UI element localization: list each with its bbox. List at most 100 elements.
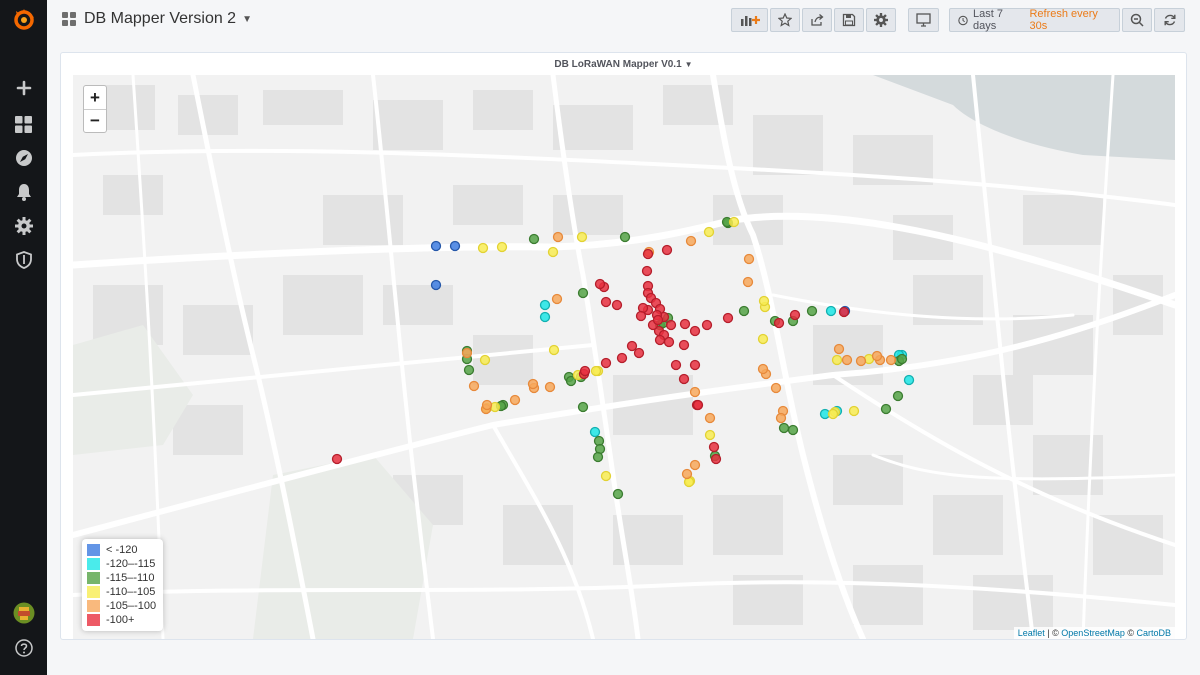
openstreetmap-link[interactable]: OpenStreetMap bbox=[1061, 628, 1125, 638]
signal-point[interactable] bbox=[509, 394, 521, 406]
signal-point[interactable] bbox=[612, 488, 624, 500]
signal-point[interactable] bbox=[689, 359, 701, 371]
signal-point[interactable] bbox=[539, 299, 551, 311]
share-dashboard-button[interactable] bbox=[802, 8, 832, 32]
signal-point[interactable] bbox=[743, 253, 755, 265]
signal-point[interactable] bbox=[577, 287, 589, 299]
dashboard-settings-button[interactable] bbox=[866, 8, 896, 32]
signal-point[interactable] bbox=[689, 459, 701, 471]
star-dashboard-button[interactable] bbox=[770, 8, 800, 32]
signal-point[interactable] bbox=[477, 242, 489, 254]
signal-point[interactable] bbox=[552, 231, 564, 243]
signal-point[interactable] bbox=[880, 403, 892, 415]
dashboard-title-dropdown[interactable]: DB Mapper Version 2 ▼ bbox=[62, 10, 252, 28]
signal-point[interactable] bbox=[704, 412, 716, 424]
signal-point[interactable] bbox=[692, 399, 704, 411]
zoom-out-button[interactable]: − bbox=[84, 109, 106, 132]
time-range-picker[interactable]: Last 7 days Refresh every 30s bbox=[949, 8, 1120, 32]
signal-point[interactable] bbox=[527, 378, 539, 390]
signal-point[interactable] bbox=[789, 309, 801, 321]
signal-point[interactable] bbox=[654, 334, 666, 346]
signal-point[interactable] bbox=[600, 470, 612, 482]
cycle-view-mode-button[interactable] bbox=[908, 8, 939, 32]
signal-point[interactable] bbox=[689, 386, 701, 398]
signal-point[interactable] bbox=[642, 248, 654, 260]
signal-point[interactable] bbox=[463, 364, 475, 376]
signal-point[interactable] bbox=[678, 373, 690, 385]
signal-point[interactable] bbox=[708, 441, 720, 453]
signal-point[interactable] bbox=[838, 306, 850, 318]
signal-point[interactable] bbox=[619, 231, 631, 243]
signal-point[interactable] bbox=[592, 451, 604, 463]
signal-point[interactable] bbox=[590, 365, 602, 377]
signal-point[interactable] bbox=[701, 319, 713, 331]
signal-point[interactable] bbox=[841, 354, 853, 366]
signal-point[interactable] bbox=[825, 305, 837, 317]
signal-point[interactable] bbox=[430, 240, 442, 252]
signal-point[interactable] bbox=[775, 412, 787, 424]
grafana-logo-icon[interactable] bbox=[0, 5, 47, 35]
signal-point[interactable] bbox=[539, 311, 551, 323]
signal-point[interactable] bbox=[331, 453, 343, 465]
signal-point[interactable] bbox=[679, 318, 691, 330]
signal-point[interactable] bbox=[758, 295, 770, 307]
signal-point[interactable] bbox=[600, 296, 612, 308]
plus-icon[interactable] bbox=[0, 73, 47, 103]
dashboards-icon[interactable] bbox=[0, 109, 47, 139]
map-view[interactable]: + − < -120 -120–-115 -115–-110 -110–-105 -10… bbox=[73, 75, 1175, 639]
signal-point[interactable] bbox=[579, 365, 591, 377]
signal-point[interactable] bbox=[833, 343, 845, 355]
signal-point[interactable] bbox=[635, 310, 647, 322]
signal-point[interactable] bbox=[892, 390, 904, 402]
signal-point[interactable] bbox=[461, 347, 473, 359]
signal-point[interactable] bbox=[670, 359, 682, 371]
signal-point[interactable] bbox=[778, 422, 790, 434]
signal-point[interactable] bbox=[806, 305, 818, 317]
panel-title-dropdown[interactable]: DB LoRaWAN Mapper V0.1 ▼ bbox=[61, 59, 1186, 70]
signal-point[interactable] bbox=[757, 363, 769, 375]
signal-point[interactable] bbox=[757, 333, 769, 345]
signal-point[interactable] bbox=[449, 240, 461, 252]
signal-point[interactable] bbox=[589, 426, 601, 438]
help-icon[interactable] bbox=[0, 633, 47, 663]
signal-point[interactable] bbox=[665, 319, 677, 331]
signal-point[interactable] bbox=[663, 336, 675, 348]
save-dashboard-button[interactable] bbox=[834, 8, 864, 32]
signal-point[interactable] bbox=[661, 244, 673, 256]
signal-point[interactable] bbox=[594, 278, 606, 290]
signal-point[interactable] bbox=[652, 314, 664, 326]
signal-point[interactable] bbox=[770, 382, 782, 394]
signal-point[interactable] bbox=[576, 231, 588, 243]
explore-compass-icon[interactable] bbox=[0, 143, 47, 173]
signal-point[interactable] bbox=[685, 235, 697, 247]
signal-point[interactable] bbox=[544, 381, 556, 393]
signal-point[interactable] bbox=[468, 380, 480, 392]
signal-point[interactable] bbox=[738, 305, 750, 317]
signal-point[interactable] bbox=[641, 265, 653, 277]
zoom-out-time-button[interactable] bbox=[1122, 8, 1152, 32]
signal-point[interactable] bbox=[481, 399, 493, 411]
signal-point[interactable] bbox=[611, 299, 623, 311]
signal-point[interactable] bbox=[728, 216, 740, 228]
signal-point[interactable] bbox=[689, 325, 701, 337]
signal-point[interactable] bbox=[703, 226, 715, 238]
server-admin-shield-icon[interactable] bbox=[0, 245, 47, 275]
configuration-gear-icon[interactable] bbox=[0, 211, 47, 241]
signal-point[interactable] bbox=[885, 354, 897, 366]
signal-point[interactable] bbox=[496, 241, 508, 253]
signal-point[interactable] bbox=[430, 279, 442, 291]
signal-point[interactable] bbox=[678, 339, 690, 351]
signal-point[interactable] bbox=[616, 352, 628, 364]
signal-point[interactable] bbox=[551, 293, 563, 305]
signal-point[interactable] bbox=[626, 340, 638, 352]
alerting-bell-icon[interactable] bbox=[0, 177, 47, 207]
signal-point[interactable] bbox=[633, 347, 645, 359]
signal-point[interactable] bbox=[547, 246, 559, 258]
signal-point[interactable] bbox=[722, 312, 734, 324]
signal-point[interactable] bbox=[896, 353, 908, 365]
refresh-dashboard-button[interactable] bbox=[1154, 8, 1185, 32]
signal-point[interactable] bbox=[710, 453, 722, 465]
signal-point[interactable] bbox=[871, 350, 883, 362]
signal-point[interactable] bbox=[848, 405, 860, 417]
user-avatar[interactable] bbox=[0, 598, 47, 628]
